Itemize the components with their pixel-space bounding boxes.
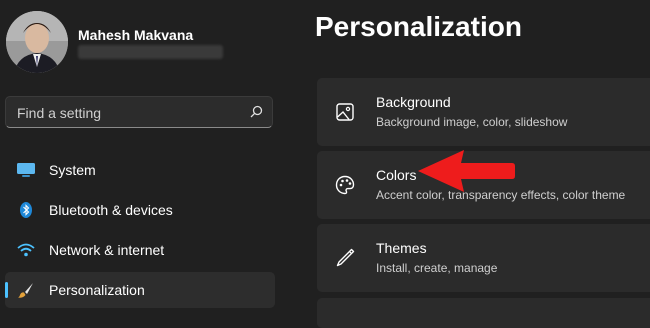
avatar[interactable]: [6, 11, 68, 73]
search-icon[interactable]: [249, 105, 263, 119]
pen-icon: [336, 248, 355, 267]
active-indicator: [5, 282, 8, 298]
card-title: Themes: [376, 240, 427, 256]
bluetooth-icon: [20, 202, 32, 218]
brush-icon: [18, 283, 33, 298]
card-background[interactable]: Background Background image, color, slid…: [317, 78, 650, 146]
card-next-partial[interactable]: [317, 298, 650, 328]
sidebar-item-bluetooth[interactable]: Bluetooth & devices: [5, 192, 275, 228]
palette-icon: [335, 175, 355, 195]
card-title: Background: [376, 94, 451, 110]
sidebar: Mahesh Makvana Find a setting System Blu…: [0, 0, 290, 316]
search-box[interactable]: Find a setting: [5, 96, 273, 128]
card-subtitle: Install, create, manage: [376, 261, 498, 275]
wifi-icon: [17, 243, 35, 257]
user-email-redacted: [78, 45, 223, 59]
card-themes[interactable]: Themes Install, create, manage: [317, 224, 650, 292]
card-title: Colors: [376, 167, 417, 183]
sidebar-item-personalization[interactable]: Personalization: [5, 272, 275, 308]
card-subtitle: Background image, color, slideshow: [376, 115, 568, 129]
sidebar-item-network[interactable]: Network & internet: [5, 232, 275, 268]
search-input[interactable]: Find a setting: [17, 105, 101, 121]
sidebar-item-system[interactable]: System: [5, 152, 275, 188]
sidebar-item-label: Network & internet: [49, 242, 165, 258]
sidebar-item-label: Bluetooth & devices: [49, 202, 173, 218]
user-name: Mahesh Makvana: [78, 27, 194, 43]
sidebar-item-label: System: [49, 162, 96, 178]
page-title: Personalization: [315, 11, 522, 42]
image-icon: [336, 103, 354, 121]
annotation-arrow-icon: [418, 150, 515, 192]
monitor-icon: [17, 163, 35, 177]
sidebar-item-label: Personalization: [49, 282, 145, 298]
